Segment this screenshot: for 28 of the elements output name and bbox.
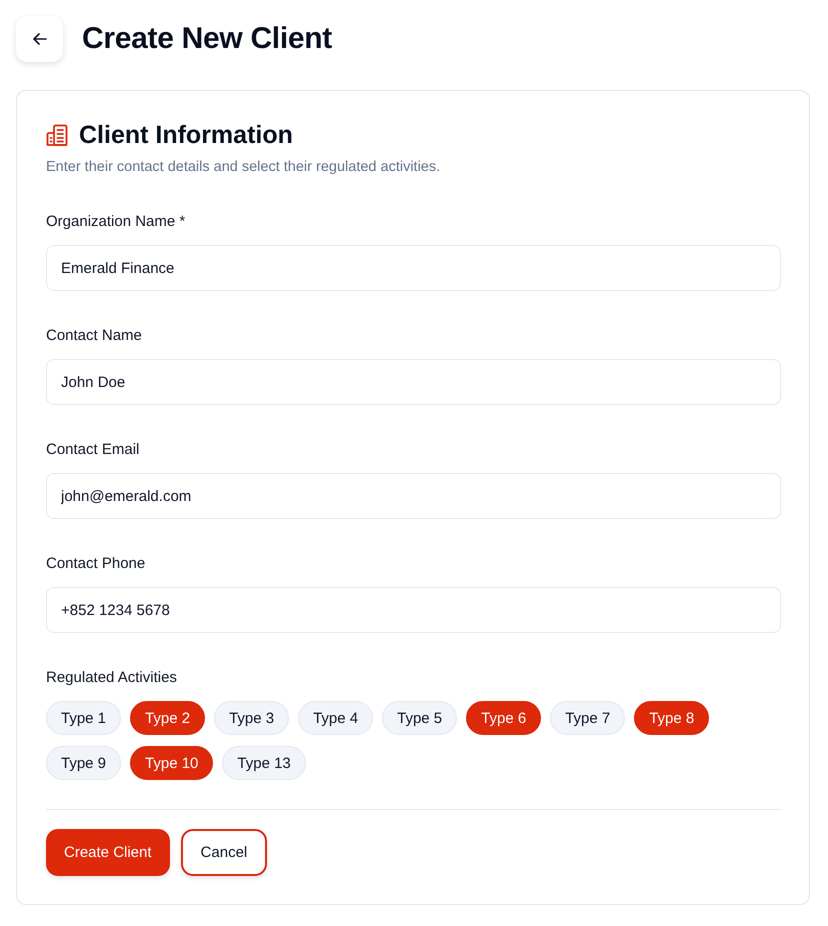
activity-chip[interactable]: Type 13 [222, 746, 306, 780]
activity-chip[interactable]: Type 4 [298, 701, 374, 735]
field-label: Contact Name [46, 326, 142, 346]
field-label: Contact Phone [46, 554, 146, 574]
field-label: Regulated Activities [46, 668, 177, 688]
input-field[interactable]: +852 1234 5678 [46, 587, 781, 633]
activity-chip[interactable]: Type 7 [550, 701, 626, 735]
activity-chip[interactable]: Type 5 [382, 701, 458, 735]
activity-chip[interactable]: Type 9 [46, 746, 122, 780]
activity-chip[interactable]: Type 2 [130, 701, 206, 735]
input-field[interactable]: john@emerald.com [46, 473, 781, 519]
section-subtitle: Enter their contact details and select their regulated activities. [46, 158, 442, 177]
field-label: Contact Email [46, 440, 140, 460]
back-arrow-icon [32, 33, 46, 45]
building-icon [46, 124, 68, 146]
activity-chip[interactable]: Type 8 [634, 701, 710, 735]
activity-chip[interactable]: Type 6 [466, 701, 542, 735]
field-label: Organization Name * [46, 212, 186, 232]
activity-chip[interactable]: Type 3 [214, 701, 290, 735]
input-field[interactable]: Emerald Finance [46, 245, 781, 291]
page-title: Create New Client [82, 21, 332, 57]
section-title: Client Information [79, 120, 293, 150]
input-field[interactable]: John Doe [46, 359, 781, 405]
cancel-button[interactable]: Cancel [180, 829, 268, 876]
back-button[interactable] [16, 16, 63, 62]
create-client-button[interactable]: Create Client [46, 829, 170, 876]
activity-chip[interactable]: Type 1 [46, 701, 122, 735]
activity-chip[interactable]: Type 10 [130, 746, 214, 780]
